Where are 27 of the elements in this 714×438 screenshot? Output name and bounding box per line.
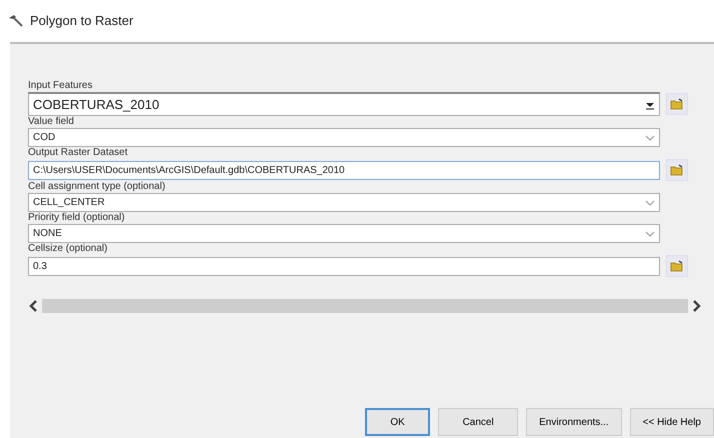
folder-icon[interactable] — [666, 255, 688, 277]
window-title: Polygon to Raster — [30, 12, 134, 30]
field-label: Output Raster Dataset — [28, 147, 128, 159]
dialog-button[interactable]: << Hide Help — [630, 408, 714, 436]
combo-field[interactable]: COBERTURAS_2010 — [28, 92, 660, 116]
folder-icon[interactable] — [666, 93, 688, 115]
field-label: Value field — [28, 116, 75, 128]
hammer-icon — [8, 14, 24, 28]
dropdown-field[interactable]: CELL_CENTER — [28, 193, 660, 212]
folder-icon[interactable] — [666, 159, 688, 181]
scrollbar-track[interactable] — [42, 299, 688, 313]
dropdown-field[interactable]: COD — [28, 128, 660, 147]
scroll-right-icon[interactable] — [692, 299, 702, 313]
field-label: Cell assignment type (optional) — [28, 181, 166, 193]
dialog-button[interactable]: Cancel — [438, 408, 518, 436]
input-field[interactable]: 0.3 — [28, 256, 660, 276]
field-label: Priority field (optional) — [28, 212, 126, 224]
dialog-button[interactable]: Environments... — [526, 408, 622, 436]
dialog-button[interactable]: OK — [365, 408, 430, 436]
chevron-icon[interactable] — [645, 134, 655, 140]
chevron-icon[interactable] — [645, 230, 655, 236]
chevron-icon[interactable] — [645, 200, 655, 206]
dropdown-field[interactable]: NONE — [28, 224, 660, 243]
field-label: Cellsize (optional) — [28, 243, 108, 255]
input-field[interactable]: C:\Users\USER\Documents\ArcGIS\Default.gdb\COBERTURAS_2010 — [28, 160, 660, 180]
field-label: Input Features — [28, 80, 94, 92]
scroll-left-icon[interactable] — [28, 299, 38, 313]
